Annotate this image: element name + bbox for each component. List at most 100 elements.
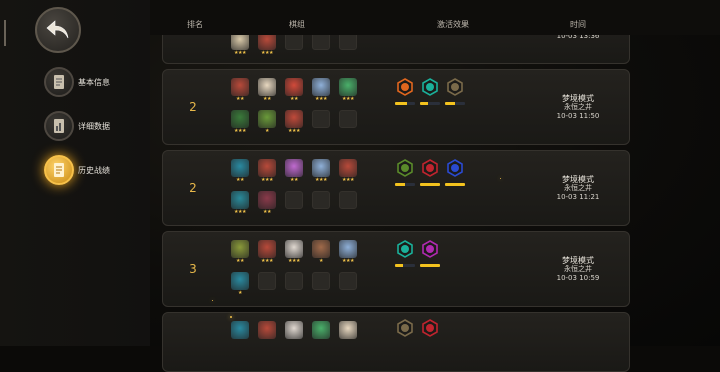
match-info: 梦境模式 永恒之井 10-03 11:50	[543, 94, 613, 121]
rank-value: 2	[189, 100, 197, 114]
unit-portrait[interactable]: ★★★	[230, 191, 250, 215]
hero-icon	[231, 78, 249, 96]
hero-icon	[339, 240, 357, 258]
unit-portrait[interactable]: ★	[311, 240, 331, 264]
synergy-level-bar	[445, 102, 465, 105]
unit-portrait[interactable]: ★★★	[338, 78, 358, 102]
unit-portrait[interactable]: ★★★	[311, 159, 331, 183]
sidebar-divider	[4, 20, 6, 46]
header-team: 棋组	[289, 20, 305, 29]
unit-portrait[interactable]: ★★★	[230, 32, 250, 56]
header-time: 时间	[570, 20, 586, 29]
unit-portrait[interactable]: ★★★	[338, 159, 358, 183]
nav-item-detail-data[interactable]: 详细数据	[44, 109, 164, 143]
hero-icon	[231, 321, 249, 339]
back-button[interactable]	[35, 7, 81, 53]
gear-icon[interactable]	[445, 78, 465, 105]
empty-unit-slot	[339, 272, 357, 290]
synergy-level-bar	[395, 183, 415, 186]
unit-portrait[interactable]: ★★	[230, 240, 250, 264]
unit-portrait[interactable]: ★★★	[284, 240, 304, 264]
match-time: 10-03 11:50	[556, 112, 600, 120]
star-rating: ★★	[290, 177, 298, 183]
unit-portrait[interactable]: ★★★	[284, 110, 304, 134]
star-rating: ★★★	[234, 50, 246, 56]
hero-icon	[258, 110, 276, 128]
unit-portrait[interactable]: ★★★	[257, 159, 277, 183]
gear-icon[interactable]	[395, 319, 415, 341]
hero-icon	[285, 321, 303, 339]
orbs-icon[interactable]	[395, 159, 415, 186]
hero-icon	[285, 240, 303, 258]
empty-unit-slot	[312, 191, 330, 209]
star-rating: ★★★	[288, 258, 300, 264]
sparkle	[212, 300, 213, 301]
bolt-icon[interactable]	[445, 159, 465, 186]
unit-portrait[interactable]: ★★★	[338, 240, 358, 264]
unit-portrait[interactable]: ★	[257, 110, 277, 134]
synergy-level-bar	[420, 102, 440, 105]
paw-icon[interactable]	[395, 240, 415, 267]
unit-portrait[interactable]: ★★★	[230, 110, 250, 134]
unit-portrait[interactable]	[311, 321, 331, 339]
star-rating: ★★	[236, 177, 244, 183]
star-rating: ★★★	[261, 177, 273, 183]
demon-icon[interactable]	[420, 240, 440, 267]
star-rating: ★★★	[342, 258, 354, 264]
star-rating: ★★★	[261, 50, 273, 56]
hero-icon	[258, 240, 276, 258]
hero-icon	[258, 321, 276, 339]
nav-item-label: 历史战绩	[78, 165, 110, 175]
match-info: 梦境模式 永恒之井 10-03 11:21	[543, 175, 613, 202]
hero-icon	[231, 272, 249, 290]
star-rating: ★★★	[261, 258, 273, 264]
hero-icon	[231, 191, 249, 209]
hero-icon	[258, 159, 276, 177]
match-time: 10-03 10:59	[556, 274, 600, 282]
star-rating: ★★	[236, 258, 244, 264]
history-icon	[44, 155, 74, 185]
empty-unit-slot	[285, 191, 303, 209]
game-mode: 梦境模式	[562, 175, 594, 184]
unit-portrait[interactable]	[257, 321, 277, 339]
unit-portrait[interactable]	[338, 321, 358, 339]
empty-unit-slot	[285, 272, 303, 290]
rune-icon[interactable]	[420, 319, 440, 341]
unit-portrait[interactable]	[284, 321, 304, 339]
history-record[interactable]: 3 ★★ ★★★ ★★★ ★ ★★★ ★ 梦境模式 永恒之井 10-03 10:59	[162, 231, 630, 307]
star-rating: ★★★	[234, 128, 246, 134]
rune-icon[interactable]	[420, 159, 440, 186]
synergy-level-bar	[445, 183, 465, 186]
hero-icon	[285, 110, 303, 128]
unit-portrait[interactable]: ★★★	[257, 240, 277, 264]
unit-portrait[interactable]: ★★	[230, 159, 250, 183]
flame-icon[interactable]	[395, 78, 415, 105]
synergy-level-bar	[395, 102, 415, 105]
unit-portrait[interactable]: ★	[230, 272, 250, 296]
back-arrow-icon	[46, 20, 69, 39]
unit-portrait[interactable]: ★★	[257, 191, 277, 215]
unit-portrait[interactable]	[230, 321, 250, 339]
hero-icon	[285, 78, 303, 96]
history-record[interactable]: 2 ★★ ★★ ★★ ★★★ ★★★ ★★★ ★ ★★★ 梦境模式 永恒之井 10-03 11:50	[162, 69, 630, 145]
synergy-level-bar	[420, 183, 440, 186]
unit-portrait[interactable]: ★★	[257, 78, 277, 102]
unit-portrait[interactable]: ★★★	[311, 78, 331, 102]
unit-portrait[interactable]: ★★	[230, 78, 250, 102]
hero-icon	[312, 159, 330, 177]
star-rating: ★★★	[315, 96, 327, 102]
paw-icon[interactable]	[420, 78, 440, 105]
hero-icon	[339, 321, 357, 339]
unit-portrait[interactable]: ★★	[284, 159, 304, 183]
match-info: 梦境模式 永恒之井 10-03 10:59	[543, 256, 613, 283]
unit-portrait[interactable]: ★★	[284, 78, 304, 102]
nav-item-history[interactable]: 历史战绩	[44, 153, 164, 187]
game-mode: 梦境模式	[562, 94, 594, 103]
nav-item-basic-info[interactable]: 基本信息	[44, 65, 164, 99]
unit-portrait[interactable]: ★★★	[257, 32, 277, 56]
history-record[interactable]: 2 ★★ ★★★ ★★ ★★★ ★★★ ★★★ ★★ 梦境模式 永恒之井 10-03 11:21	[162, 150, 630, 226]
history-record[interactable]	[162, 312, 630, 372]
star-rating: ★★	[236, 96, 244, 102]
star-rating: ★★★	[288, 128, 300, 134]
hero-icon	[339, 78, 357, 96]
